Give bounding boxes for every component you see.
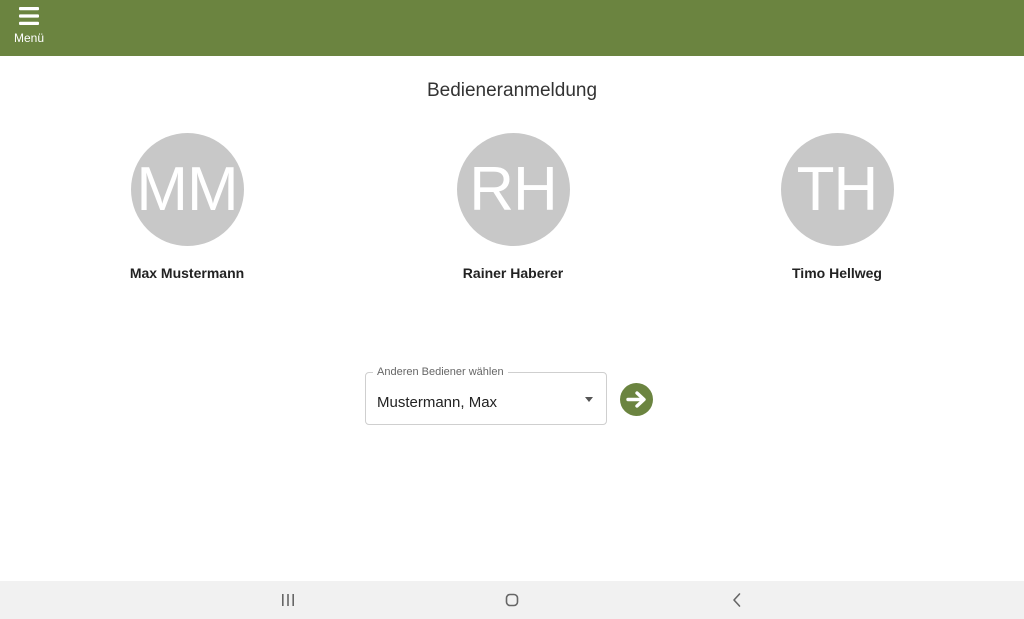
page-title: Bedieneranmeldung xyxy=(426,80,598,101)
recent-apps-icon[interactable] xyxy=(278,590,298,610)
operator-tile-rainer-haberer[interactable]: RH Rainer Haberer xyxy=(423,133,603,281)
avatar: MM xyxy=(130,133,244,246)
avatar: RH xyxy=(456,133,570,246)
app-bar: Menü xyxy=(0,0,1024,56)
hamburger-icon xyxy=(19,7,39,25)
operator-select-label: Anderen Bediener wählen xyxy=(373,366,508,378)
back-icon[interactable] xyxy=(727,590,747,610)
system-nav-bar xyxy=(0,581,1024,619)
caret-down-icon xyxy=(585,397,593,402)
operator-select[interactable]: Anderen Bediener wählen Mustermann, Max xyxy=(365,366,607,425)
arrow-right-circle-icon[interactable] xyxy=(620,383,653,416)
avatar: TH xyxy=(780,133,894,246)
operator-name: Max Mustermann xyxy=(129,265,245,281)
menu-button[interactable]: Menü xyxy=(8,2,50,50)
operator-tile-timo-hellweg[interactable]: TH Timo Hellweg xyxy=(747,133,927,281)
operator-tile-max-mustermann[interactable]: MM Max Mustermann xyxy=(97,133,277,281)
operator-name: Timo Hellweg xyxy=(792,265,882,281)
home-icon[interactable] xyxy=(502,590,522,610)
menu-label: Menü xyxy=(13,31,45,45)
operator-select-value: Mustermann, Max xyxy=(377,394,498,411)
operator-name: Rainer Haberer xyxy=(462,265,564,281)
